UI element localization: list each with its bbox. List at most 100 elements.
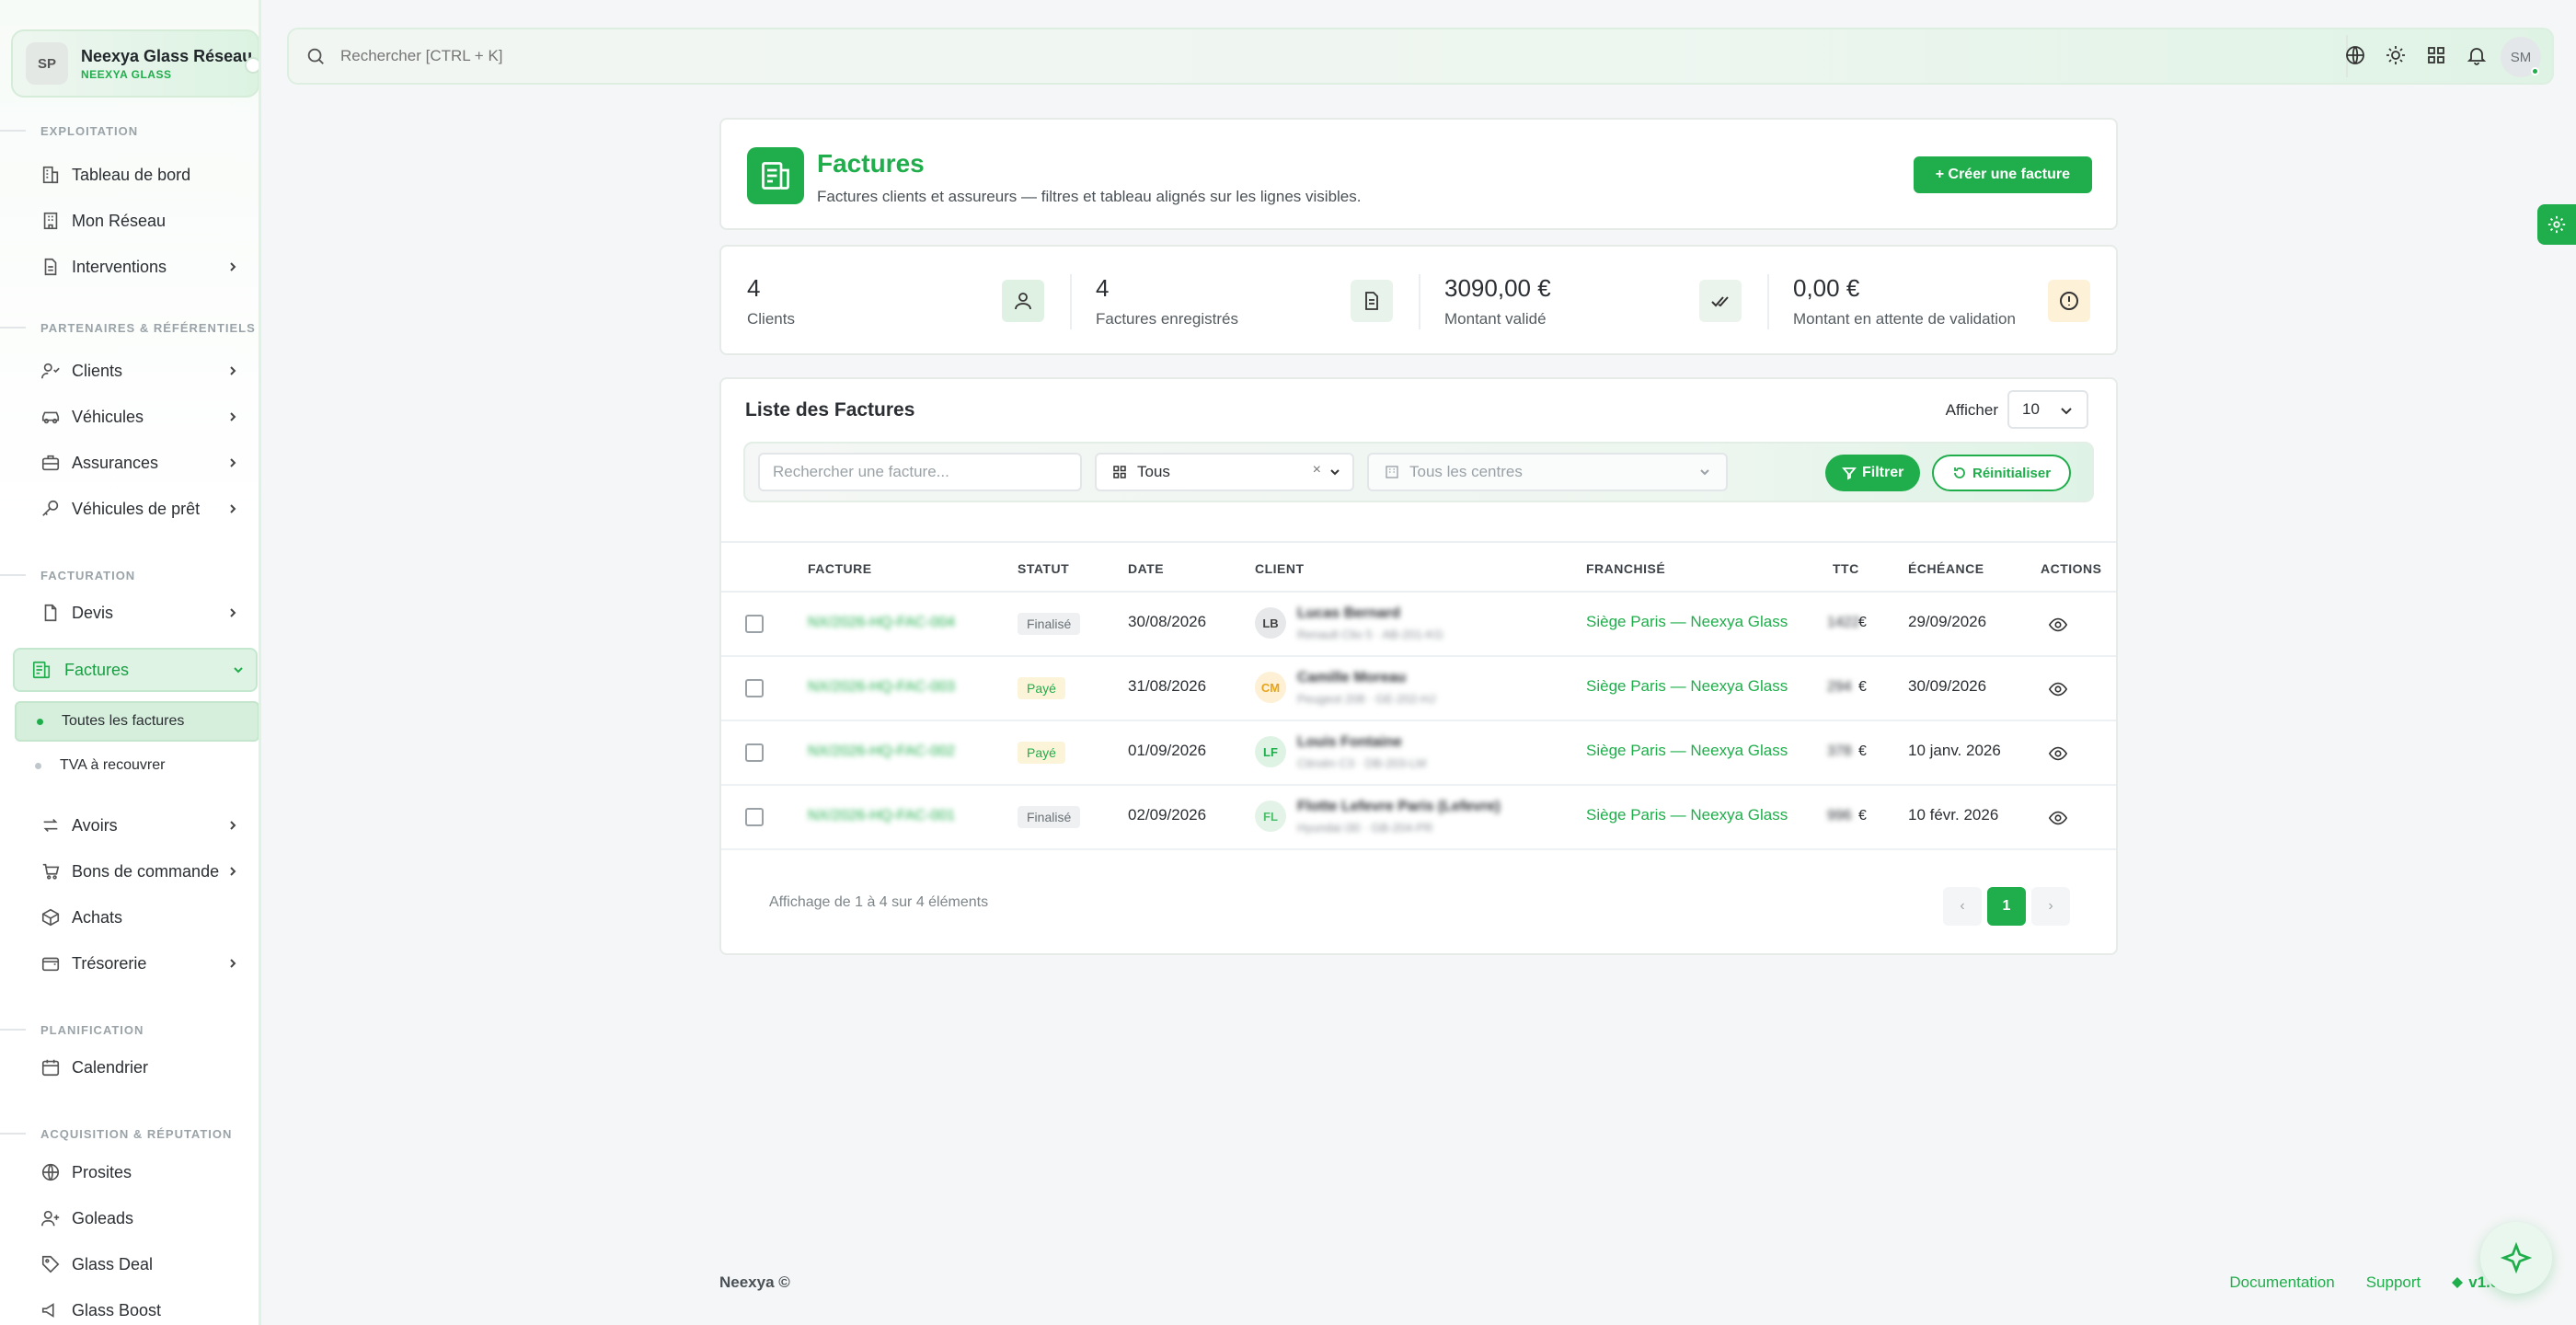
global-search-input[interactable] <box>340 47 1720 65</box>
client-name[interactable]: Louis Fontaine <box>1297 734 1402 751</box>
chevron-right-icon <box>230 959 236 968</box>
sidebar-item-prosites[interactable]: Prosites <box>40 1154 243 1191</box>
package-icon <box>41 908 60 927</box>
invoice-number[interactable]: NX/2026-HQ-FAC-003 <box>808 679 955 696</box>
centre-select[interactable]: Tous les centres <box>1367 453 1728 491</box>
stat-montant-valide: 3090,00 € Montant validé <box>1419 247 1767 353</box>
sun-icon[interactable] <box>2385 44 2407 66</box>
online-indicator <box>2531 67 2539 75</box>
sidebar-item-dashboard[interactable]: Tableau de bord <box>40 156 243 193</box>
assistant-button[interactable] <box>2480 1222 2552 1294</box>
due-date: 29/09/2026 <box>1908 613 1987 630</box>
col-client[interactable]: CLIENT <box>1255 561 1305 576</box>
page-button[interactable]: 1 <box>1987 887 2026 926</box>
invoice-number[interactable]: NX/2026-HQ-FAC-004 <box>808 615 955 631</box>
row-checkbox[interactable] <box>745 679 764 697</box>
sidebar-item-goleads[interactable]: Goleads <box>40 1200 243 1237</box>
row-checkbox[interactable] <box>745 808 764 826</box>
page-next-button[interactable]: › <box>2031 887 2070 926</box>
client-vehicle: Renault Clio 5 · AB-201-KG <box>1297 628 1443 641</box>
user-plus-icon <box>41 1210 60 1227</box>
sidebar-item-assurances[interactable]: Assurances <box>40 444 243 481</box>
col-statut[interactable]: STATUT <box>1018 561 1069 576</box>
col-echeance[interactable]: ÉCHÉANCE <box>1908 561 1984 576</box>
page-title: Factures <box>817 149 925 178</box>
clear-icon[interactable]: × <box>1313 462 1321 478</box>
table-row[interactable]: NX/2026-HQ-FAC-001 Finalisé 02/09/2026 F… <box>721 786 2116 850</box>
sidebar-item-glass-boost[interactable]: Glass Boost <box>40 1292 243 1325</box>
pagination-info: Affichage de 1 à 4 sur 4 éléments <box>769 894 989 910</box>
client-name[interactable]: Camille Moreau <box>1297 670 1406 686</box>
section-divider <box>0 574 26 576</box>
user-icon <box>1002 280 1044 322</box>
page-prev-button[interactable]: ‹ <box>1943 887 1982 926</box>
sparkle-icon <box>2500 1241 2533 1274</box>
table-row[interactable]: NX/2026-HQ-FAC-003 Payé 31/08/2026 CM Ca… <box>721 657 2116 721</box>
theme-settings-button[interactable] <box>2537 204 2576 245</box>
table-row[interactable]: NX/2026-HQ-FAC-004 Finalisé 30/08/2026 L… <box>721 593 2116 657</box>
invoice-number[interactable]: NX/2026-HQ-FAC-001 <box>808 808 955 824</box>
eye-icon[interactable] <box>2048 808 2068 828</box>
franchise-name[interactable]: Siège Paris — Neexya Glass <box>1586 806 1788 824</box>
col-franchise[interactable]: FRANCHISÉ <box>1586 561 1665 576</box>
sidebar-item-glass-deal[interactable]: Glass Deal <box>40 1246 243 1283</box>
user-avatar[interactable]: SM <box>2501 37 2541 77</box>
sidebar-item-vehicules-pret[interactable]: Véhicules de prêt <box>40 490 243 527</box>
page-size-select[interactable]: 10 <box>2007 390 2088 429</box>
sidebar-item-clients[interactable]: Clients <box>40 352 243 389</box>
client-name[interactable]: Flotte Lefevre Paris (Lefevre) <box>1297 799 1501 815</box>
invoice-number[interactable]: NX/2026-HQ-FAC-002 <box>808 743 955 760</box>
grid-icon[interactable] <box>2425 44 2447 66</box>
sidebar-item-avoirs[interactable]: Avoirs <box>40 807 243 844</box>
chevron-right-icon <box>230 366 236 375</box>
franchise-name[interactable]: Siège Paris — Neexya Glass <box>1586 613 1788 631</box>
col-date[interactable]: DATE <box>1128 561 1164 576</box>
bell-icon[interactable] <box>2466 44 2488 66</box>
file-icon <box>44 604 57 622</box>
table-row[interactable]: NX/2026-HQ-FAC-002 Payé 01/09/2026 LF Lo… <box>721 721 2116 786</box>
sidebar-item-achats[interactable]: Achats <box>40 899 243 936</box>
eye-icon[interactable] <box>2048 679 2068 699</box>
stat-clients: 4 Clients <box>721 247 1070 353</box>
sidebar-item-reseau[interactable]: Mon Réseau <box>40 202 243 239</box>
double-check-icon <box>1699 280 1742 322</box>
sidebar-subitem-tva[interactable]: TVA à recouvrer <box>15 745 259 786</box>
eye-icon[interactable] <box>2048 615 2068 635</box>
col-facture[interactable]: FACTURE <box>808 561 872 576</box>
col-ttc[interactable]: TTC <box>1833 561 1859 576</box>
filter-button[interactable]: Filtrer <box>1825 455 1921 491</box>
support-link[interactable]: Support <box>2366 1273 2421 1292</box>
sidebar-item-devis[interactable]: Devis <box>40 594 243 631</box>
client-name[interactable]: Lucas Bernard <box>1297 605 1400 622</box>
sidebar-item-vehicules[interactable]: Véhicules <box>40 398 243 435</box>
stat-value: 4 <box>1096 274 1110 302</box>
chevron-down-icon <box>2061 408 2072 415</box>
eye-icon[interactable] <box>2048 743 2068 764</box>
sidebar-subitem-toutes-factures[interactable]: Toutes les factures <box>15 701 259 742</box>
pagination: ‹ 1 › <box>1943 887 2070 926</box>
stat-label: Montant en attente de validation <box>1793 310 2016 328</box>
brand-name: Neexya Glass Réseau <box>81 46 253 65</box>
brand-switcher[interactable]: SP Neexya Glass Réseau NEEXYA GLASS <box>11 29 259 98</box>
filter-bar: Rechercher une facture... Tous × Tous le… <box>743 442 2094 502</box>
row-checkbox[interactable] <box>745 743 764 762</box>
chevron-down-icon <box>1330 469 1340 476</box>
row-checkbox[interactable] <box>745 615 764 633</box>
globe-icon[interactable] <box>2344 44 2366 66</box>
franchise-name[interactable]: Siège Paris — Neexya Glass <box>1586 742 1788 760</box>
sidebar-item-interventions[interactable]: Interventions <box>40 248 243 285</box>
sidebar-item-factures[interactable]: Factures <box>13 648 258 692</box>
footer-links: Documentation Support v1.0.31 <box>2229 1273 2521 1292</box>
sidebar-item-bons-commande[interactable]: Bons de commande <box>40 853 243 890</box>
sidebar-item-calendrier[interactable]: Calendrier <box>40 1049 243 1086</box>
sidebar-item-tresorerie[interactable]: Trésorerie <box>40 945 243 982</box>
documentation-link[interactable]: Documentation <box>2229 1273 2334 1292</box>
reset-button[interactable]: Réinitialiser <box>1932 455 2072 491</box>
chevron-right-icon <box>230 412 236 421</box>
invoice-search-input[interactable]: Rechercher une facture... <box>758 453 1082 491</box>
grid-icon <box>1113 466 1126 478</box>
franchise-name[interactable]: Siège Paris — Neexya Glass <box>1586 677 1788 696</box>
sidebar-collapse-toggle[interactable] <box>245 57 259 74</box>
status-select[interactable]: Tous × <box>1095 453 1354 491</box>
create-invoice-button[interactable]: + Créer une facture <box>1913 156 2092 193</box>
